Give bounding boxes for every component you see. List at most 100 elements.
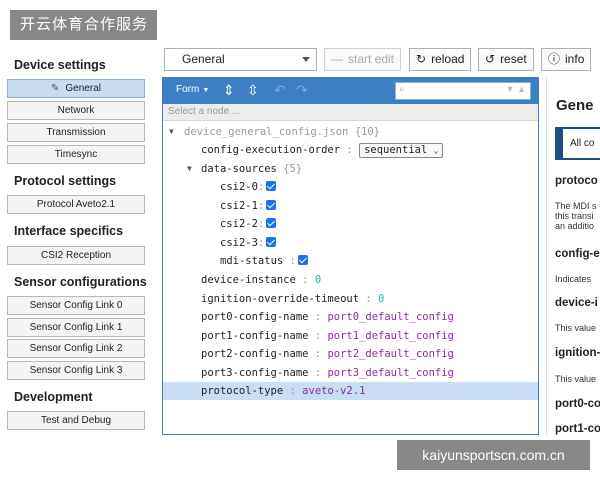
csi2-3-checkbox[interactable] (266, 237, 277, 247)
tree-row[interactable]: port1-config-name : port1_default_config (163, 327, 538, 345)
tree-key: csi2-3 (220, 237, 258, 249)
root-key: device_general_config.json (184, 126, 349, 138)
tree-row[interactable]: port3-config-name : port3_default_config (163, 364, 538, 382)
separator: : (365, 293, 372, 305)
collapse-all-icon[interactable]: ⇳ (247, 82, 259, 98)
tree-key: device-instance (201, 274, 296, 286)
tree-row-data-sources[interactable]: ▼ data-sources {5} (163, 160, 538, 178)
tree-key: protocol-type (201, 385, 284, 397)
separator: : (257, 181, 265, 193)
config-select-value: General (182, 52, 225, 66)
tree-key: config-execution-order (201, 144, 341, 156)
mode-dropdown[interactable]: Form ▼ (176, 84, 209, 95)
mode-label: Form (176, 84, 200, 95)
separator: : (289, 255, 296, 267)
csi2-1-checkbox[interactable] (266, 200, 277, 210)
expanded-toggle-icon[interactable]: ▼ (169, 123, 174, 141)
expand-all-icon[interactable]: ⇕ (223, 82, 235, 98)
node-path-bar[interactable]: Select a node ... (163, 104, 538, 121)
tree-value[interactable]: port3_default_config (327, 367, 453, 379)
doc-text: an additio (555, 221, 595, 231)
watermark-bottom: kaiyunsportscn.com.cn (397, 440, 590, 470)
expanded-toggle-icon[interactable]: ▼ (187, 160, 192, 178)
sidebar-item-test-debug[interactable]: Test and Debug (7, 411, 145, 430)
section-heading-protocol-settings: Protocol settings (14, 174, 117, 188)
section-heading-development: Development (14, 390, 93, 404)
start-edit-button[interactable]: — start edit (324, 48, 402, 71)
doc-heading: config-e (555, 248, 600, 260)
tree-row-root[interactable]: ▼ device_general_config.json {10} (163, 123, 538, 141)
info-label: info (565, 52, 585, 66)
section-heading-interface-specifics: Interface specifics (14, 224, 124, 238)
json-editor: Form ▼ ⇕ ⇳ ↶ ↷ ⌕ ▼ ▲ Select a node ... ▼ … (162, 77, 539, 435)
sidebar-item-sensor-link-2[interactable]: Sensor Config Link 2 (7, 339, 145, 358)
tree-value[interactable]: 0 (378, 293, 384, 305)
tree-value[interactable]: port2_default_config (327, 348, 453, 360)
doc-heading: protoco (555, 175, 598, 187)
redo-icon[interactable]: ↷ (296, 82, 308, 98)
search-nav-icons[interactable]: ▼ ▲ (506, 84, 526, 94)
reload-button[interactable]: ↻ reload (409, 48, 472, 71)
tree-value[interactable]: aveto-v2.1 (302, 385, 365, 397)
tree-row[interactable]: csi2-2: (163, 215, 538, 233)
separator: : (302, 274, 309, 286)
sidebar-item-timesync[interactable]: Timesync (7, 145, 145, 164)
sidebar-item-csi2-reception[interactable]: CSI2 Reception (7, 246, 145, 265)
tree-row[interactable]: csi2-1: (163, 197, 538, 215)
tree-row[interactable]: port2-config-name : port2_default_config (163, 345, 538, 363)
tree-row[interactable]: ignition-override-timeout : 0 (163, 290, 538, 308)
tree-row[interactable]: csi2-3: (163, 234, 538, 252)
doc-heading: port0-co (555, 398, 600, 410)
sidebar-item-protocol-aveto[interactable]: Protocol Aveto2.1 (7, 195, 145, 214)
reset-button[interactable]: ↺ reset (478, 48, 534, 71)
execution-order-select[interactable]: sequential ⌄ (359, 142, 444, 158)
chevron-down-icon: ⌄ (433, 145, 439, 155)
sidebar-item-sensor-link-0[interactable]: Sensor Config Link 0 (7, 296, 145, 315)
csi2-2-checkbox[interactable] (266, 218, 277, 228)
doc-heading: device-i (555, 297, 598, 309)
search-input[interactable] (410, 84, 505, 98)
search-box: ⌕ ▼ ▲ (395, 82, 531, 100)
separator: : (314, 311, 322, 323)
tree-row[interactable]: device-instance : 0 (163, 271, 538, 289)
tree-row[interactable]: mdi-status : (163, 252, 538, 270)
doc-heading: port1-co (555, 423, 600, 435)
undo-icon[interactable]: ↶ (274, 82, 286, 98)
doc-text: The MDI s (555, 201, 597, 211)
doc-heading: ignition- (555, 347, 600, 359)
tree-value[interactable]: port1_default_config (327, 330, 453, 342)
mdi-status-checkbox[interactable] (297, 255, 308, 265)
sidebar-item-transmission[interactable]: Transmission (7, 123, 145, 142)
tree-value[interactable]: 0 (315, 274, 321, 286)
data-sources-count: {5} (283, 163, 303, 175)
sidebar-item-general[interactable]: ✎ General (7, 79, 145, 98)
tree-key: port0-config-name (201, 311, 309, 323)
tree-row[interactable]: config-execution-order : sequential ⌄ (163, 141, 538, 159)
start-edit-label: start edit (348, 52, 395, 66)
minus-icon: — (331, 52, 343, 66)
info-button[interactable]: ⓘ info (541, 48, 592, 71)
tree-key: port1-config-name (201, 330, 309, 342)
doc-text: this transi (555, 211, 594, 221)
info-icon: ⓘ (548, 52, 561, 66)
separator: : (314, 330, 322, 342)
tree-key: data-sources (201, 163, 277, 175)
tree-key: csi2-1 (220, 200, 258, 212)
tree-row-selected[interactable]: protocol-type : aveto-v2.1 (163, 382, 538, 400)
sidebar-item-network[interactable]: Network (7, 101, 145, 120)
tree-row[interactable]: csi2-0: (163, 178, 538, 196)
sidebar-item-sensor-link-3[interactable]: Sensor Config Link 3 (7, 361, 145, 380)
doc-tab-all[interactable]: All co (563, 129, 600, 158)
tree-key: csi2-0 (220, 181, 258, 193)
sidebar-item-sensor-link-1[interactable]: Sensor Config Link 1 (7, 318, 145, 337)
tree-key: mdi-status (220, 255, 284, 267)
tree-value[interactable]: port0_default_config (327, 311, 453, 323)
csi2-0-checkbox[interactable] (266, 181, 277, 191)
search-icon: ⌕ (399, 84, 405, 95)
reload-label: reload (431, 52, 465, 66)
watermark-top: 开云体育合作服务 (10, 10, 157, 40)
tree-row[interactable]: port0-config-name : port0_default_config (163, 308, 538, 326)
caret-down-icon: ▼ (202, 87, 210, 94)
config-select[interactable]: General (164, 48, 317, 71)
reset-label: reset (500, 52, 527, 66)
